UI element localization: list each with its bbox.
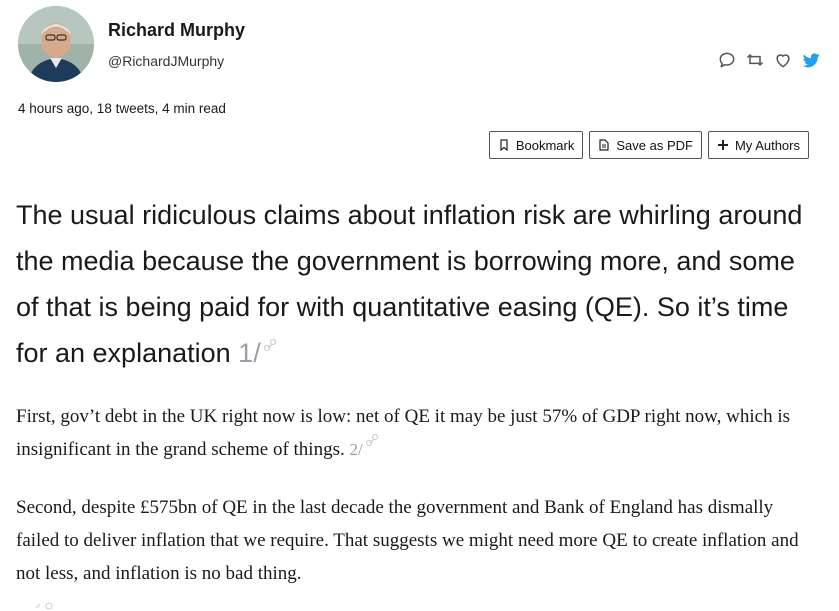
thread-meta: 4 hours ago, 18 tweets, 4 min read [18, 101, 226, 116]
thread-header: Richard Murphy @RichardJMurphy [18, 6, 828, 86]
thread-page: Richard Murphy @RichardJMurphy 4 hours a… [0, 0, 839, 611]
author-handle[interactable]: @RichardJMurphy [108, 53, 224, 69]
bookmark-icon [500, 139, 508, 151]
my-authors-button[interactable]: My Authors [707, 131, 809, 159]
tweet-1-text: The usual ridiculous claims about inflat… [16, 200, 803, 368]
save-pdf-button[interactable]: Save as PDF [589, 131, 702, 159]
tweet-1: The usual ridiculous claims about inflat… [16, 192, 816, 376]
plus-icon [717, 140, 728, 150]
tweet-1-number[interactable]: 1/ [238, 338, 261, 368]
avatar-image [18, 6, 94, 82]
tweet-3-text: Second, despite £575bn of QE in the last… [16, 497, 799, 584]
retweet-icon[interactable] [744, 49, 766, 71]
link-icon[interactable] [263, 338, 277, 353]
tweet-3: Second, despite £575bn of QE in the last… [16, 491, 806, 590]
tweet-actions [716, 49, 822, 71]
link-icon[interactable] [32, 594, 62, 611]
tweet-2-number[interactable]: 2/ [349, 440, 362, 459]
reply-icon[interactable] [716, 49, 738, 71]
avatar[interactable] [18, 6, 94, 82]
pdf-icon [599, 139, 609, 151]
bookmark-label: Bookmark [515, 137, 575, 153]
link-icon[interactable] [365, 434, 379, 448]
like-icon[interactable] [772, 49, 794, 71]
tweet-2: First, gov’t debt in the UK right now is… [16, 400, 806, 466]
thread-toolbar: Bookmark Save as PDF My Authors [488, 131, 809, 159]
tweet-2-text: First, gov’t debt in the UK right now is… [16, 406, 791, 460]
author-name[interactable]: Richard Murphy [108, 20, 245, 41]
twitter-bird-icon[interactable] [800, 49, 822, 71]
my-authors-label: My Authors [734, 137, 800, 153]
save-pdf-label: Save as PDF [616, 137, 693, 153]
bookmark-button[interactable]: Bookmark [488, 131, 584, 159]
